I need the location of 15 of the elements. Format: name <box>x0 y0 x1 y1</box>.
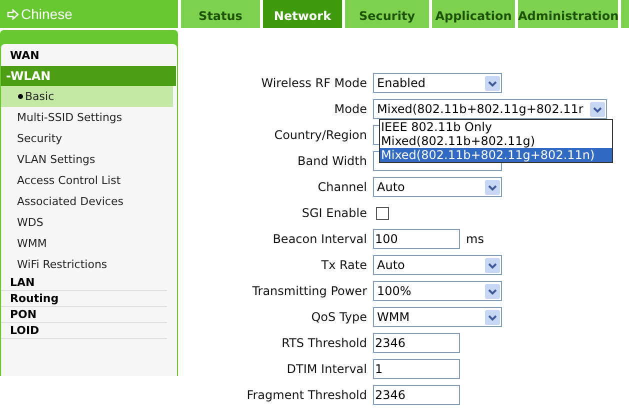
field-label: QoS Type <box>310 309 368 326</box>
sidebar-item-label: Basic <box>25 89 54 105</box>
field-label: Mode <box>333 101 368 118</box>
field-label: Beacon Interval <box>272 231 368 248</box>
field-label: DTIM Interval <box>286 361 368 378</box>
field-label: Tx Rate <box>320 257 368 274</box>
field-label: Band Width <box>296 153 368 170</box>
field-label: Transmitting Power <box>251 283 368 300</box>
field-label: Country/Region <box>273 127 368 144</box>
field-label: Fragment Threshold <box>246 387 368 404</box>
field-label: SGI Enable <box>300 205 368 222</box>
field-label: Wireless RF Mode <box>260 75 368 92</box>
unit-label: ms <box>466 231 484 248</box>
field-label: RTS Threshold <box>280 335 368 352</box>
field-label: Channel <box>316 179 368 196</box>
